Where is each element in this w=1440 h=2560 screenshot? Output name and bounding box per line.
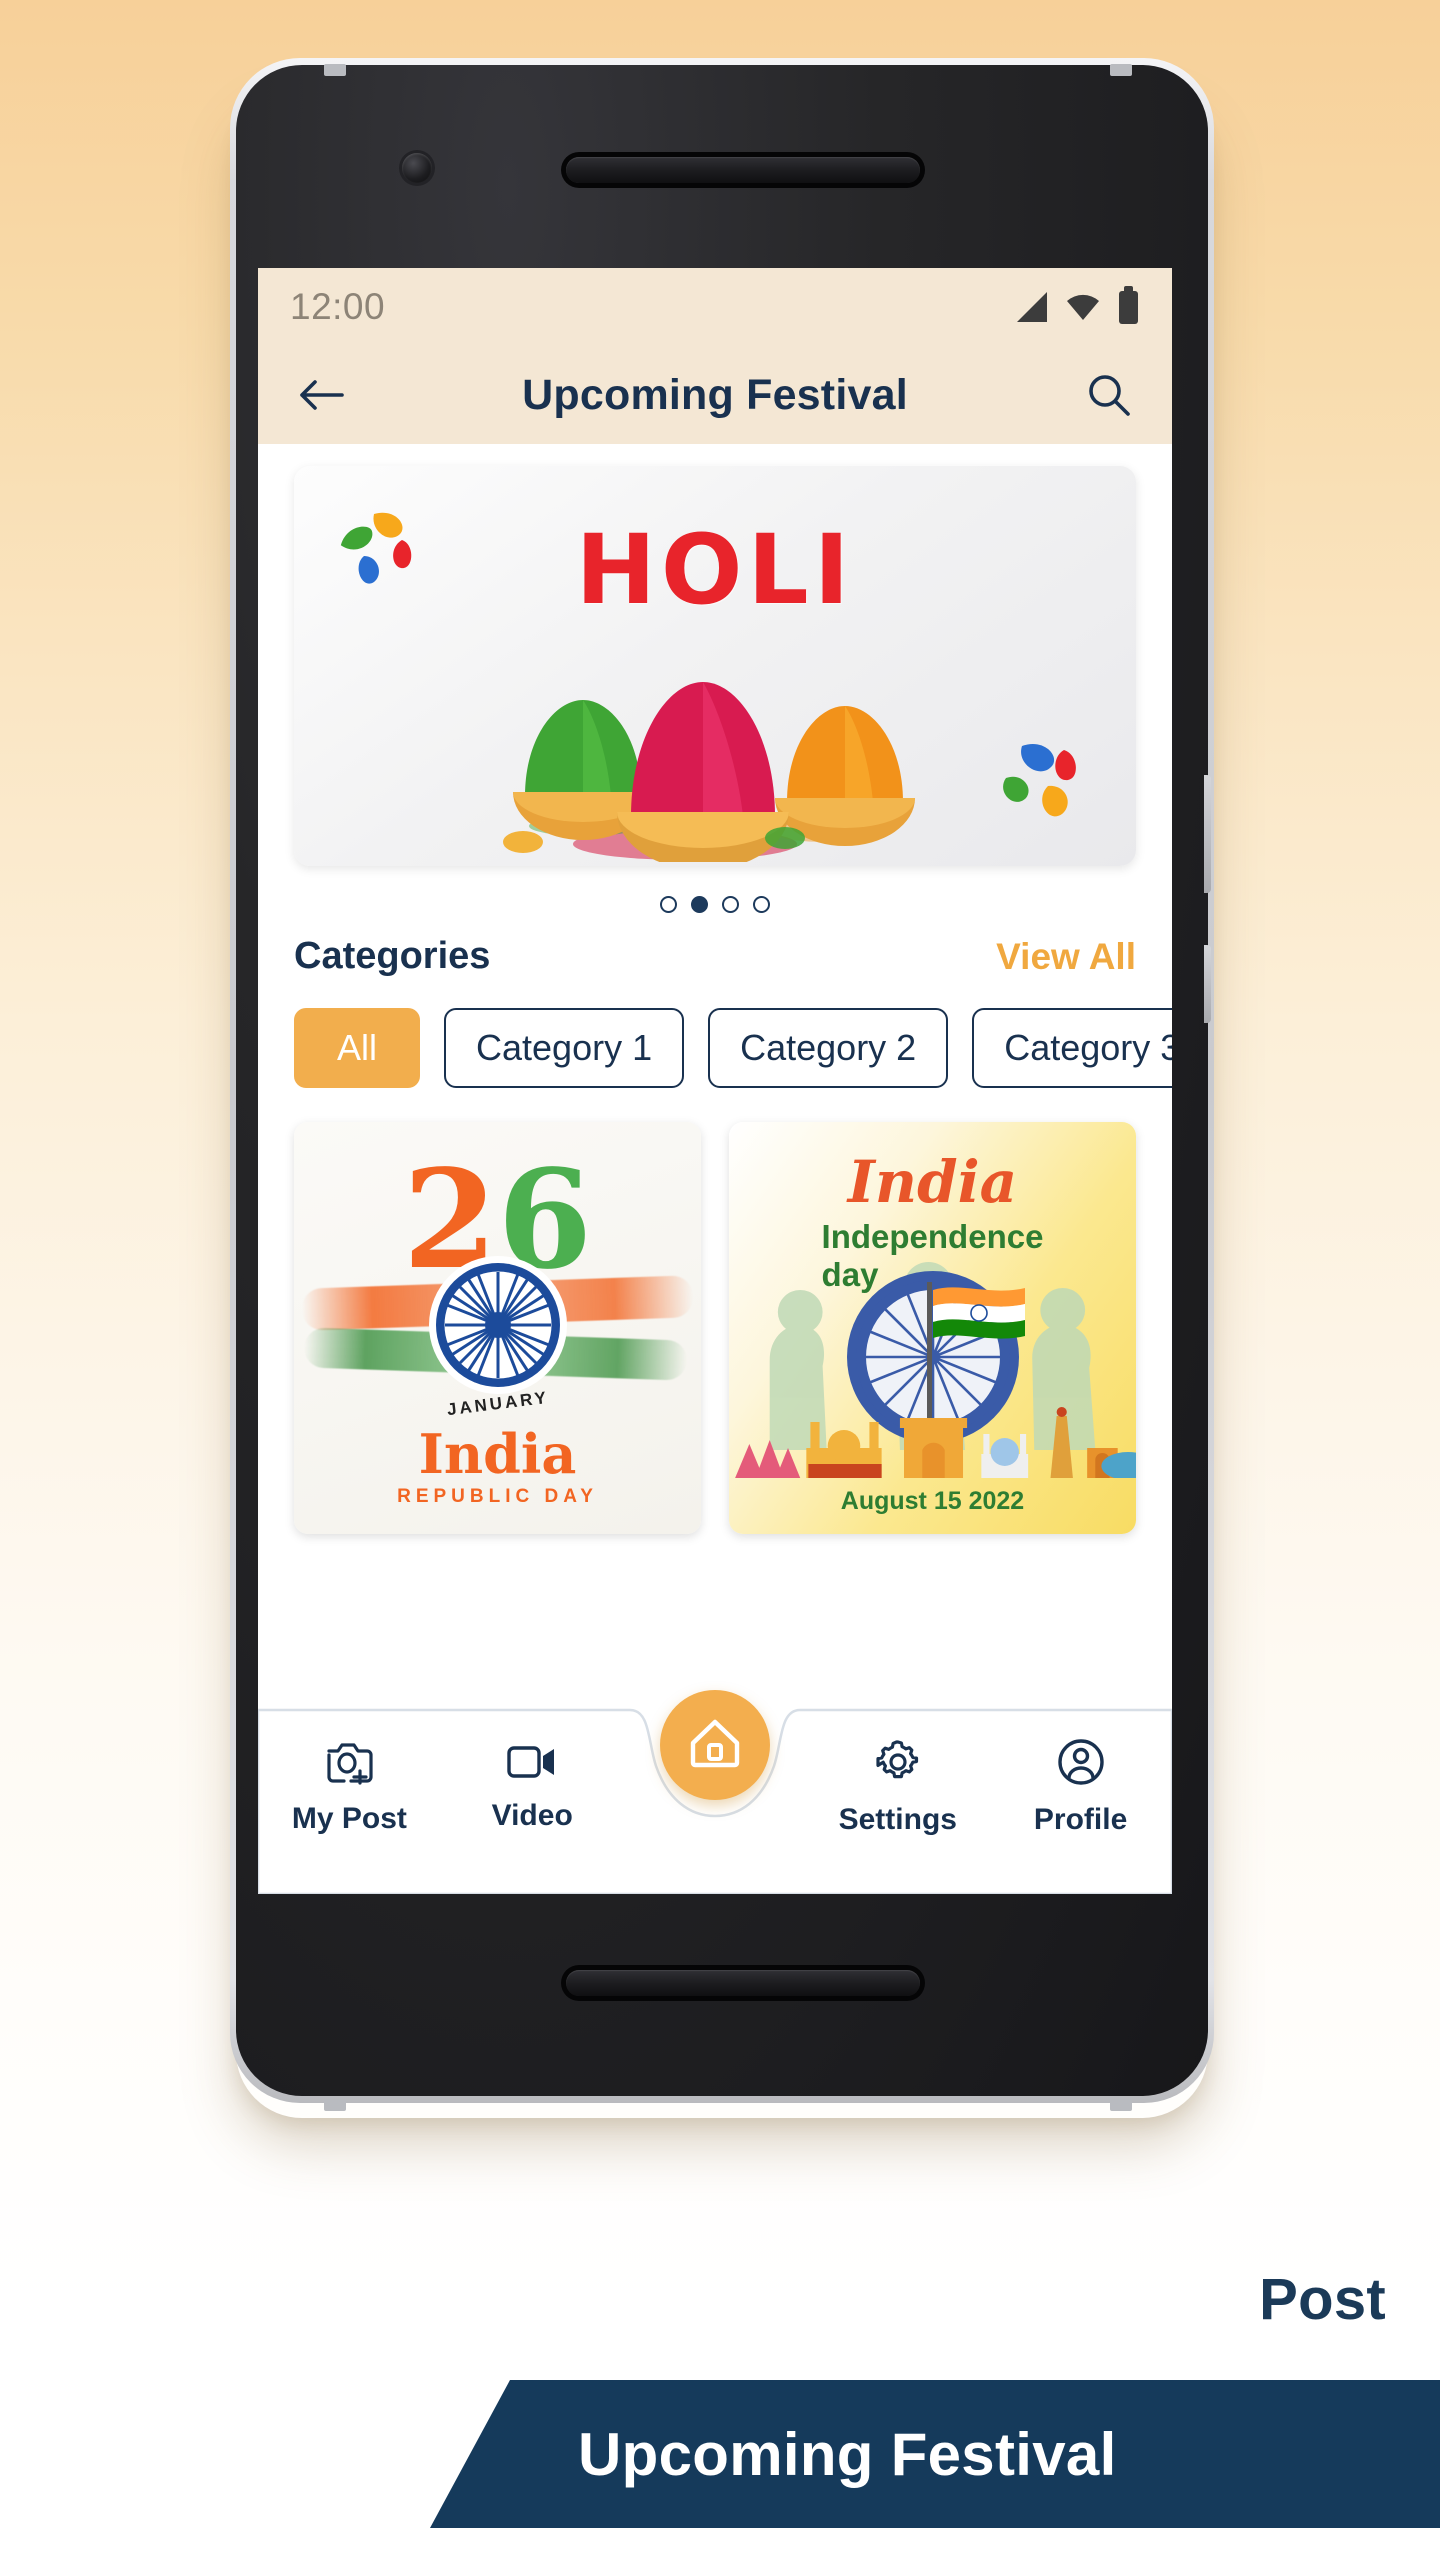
status-bar: 12:00 [258,268,1172,346]
nav-item-profile[interactable]: Profile [989,1704,1172,1854]
carousel-slide-holi[interactable]: HOLI [294,466,1136,866]
carousel-dot-3[interactable] [722,896,739,913]
festival-card-republic-day[interactable]: 26 JANUARY India REPUBLIC DAY [294,1122,701,1534]
promo-ribbon-title: Upcoming Festival [578,2420,1117,2488]
nav-item-settings[interactable]: Settings [806,1704,989,1854]
camera-add-icon [324,1739,374,1790]
gulal-bowls-illustration [435,626,995,866]
color-splash-icon [330,504,440,600]
carousel-dot-2[interactable] [691,896,708,913]
gear-icon [874,1738,922,1791]
republic-day-subtitle: REPUBLIC DAY [397,1486,598,1507]
bottom-navigation-bar: My Post Video Settings Profile [258,1690,1172,1894]
antenna-nub [324,2099,346,2111]
home-icon [689,1717,741,1774]
independence-country: India [847,1148,1018,1216]
status-icon-group [1017,285,1138,324]
carousel-dot-1[interactable] [660,896,677,913]
status-time: 12:00 [290,286,386,327]
carousel-dots[interactable] [258,866,1172,917]
category-chip-all[interactable]: All [294,1008,420,1088]
nav-label-my-post: My Post [291,1801,407,1835]
nav-label-settings: Settings [838,1802,957,1836]
view-all-link[interactable]: View All [996,936,1136,978]
back-arrow-icon[interactable] [294,368,348,422]
carousel[interactable]: HOLI [258,444,1172,866]
video-camera-icon [506,1742,558,1787]
home-fab-button[interactable] [660,1690,770,1800]
ashoka-chakra-icon [427,1254,569,1401]
indian-flag-icon [932,1284,1025,1347]
category-chip-1[interactable]: Category 1 [444,1008,685,1088]
power-button[interactable] [1204,945,1211,1023]
category-chip-3[interactable]: Category 3 [972,1008,1172,1088]
category-chip-2[interactable]: Category 2 [708,1008,949,1088]
screen-content: HOLI Categories View All All Category 1 … [258,444,1172,1534]
carousel-dot-4[interactable] [753,896,770,913]
nav-item-video[interactable]: Video [441,1704,624,1854]
bottom-speaker-icon [566,1970,920,1996]
app-bar: Upcoming Festival [258,346,1172,444]
antenna-nub [1110,64,1132,76]
antenna-nub [1110,2099,1132,2111]
user-circle-icon [1057,1738,1105,1791]
wifi-icon [1066,290,1100,324]
category-chip-list[interactable]: All Category 1 Category 2 Category 3 [258,978,1172,1088]
nav-label-video: Video [491,1798,573,1832]
categories-header: Categories View All [258,917,1172,978]
color-splash-icon [992,730,1102,826]
nav-item-my-post[interactable]: My Post [258,1704,441,1854]
promo-post-label: Post [1259,2267,1386,2332]
signal-icon [1017,292,1047,322]
republic-day-country: India [418,1422,577,1486]
festival-card-grid: 26 JANUARY India REPUBLIC DAY India Inde… [258,1088,1172,1534]
volume-button[interactable] [1204,775,1211,893]
search-icon[interactable] [1082,368,1136,422]
battery-icon [1119,285,1138,324]
categories-title: Categories [294,935,491,977]
independence-date: August 15 2022 [840,1487,1025,1515]
antenna-nub [324,64,346,76]
banner-title: HOLI [575,514,855,626]
earpiece-speaker-icon [566,157,920,183]
page-title: Upcoming Festival [522,370,908,419]
front-camera-icon [402,153,432,183]
festival-card-independence-day[interactable]: India Independence day August 15 2022 [729,1122,1136,1534]
promo-ribbon: Upcoming Festival [430,2380,1440,2528]
india-landmarks-skyline [729,1386,1136,1480]
nav-label-profile: Profile [1033,1802,1128,1836]
phone-screen: 12:00 Upcoming Festival HOLI Categories … [258,268,1172,1894]
